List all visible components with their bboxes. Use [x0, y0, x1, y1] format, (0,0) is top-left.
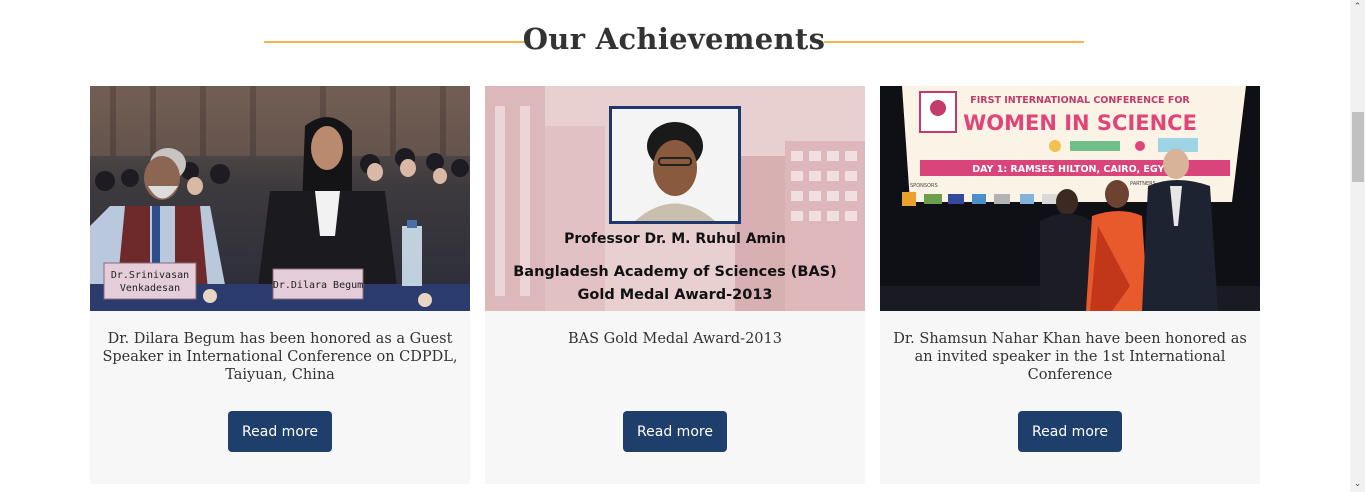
chevron-down-icon[interactable]: ⌄: [1350, 477, 1365, 492]
achievement-card: FIRST INTERNATIONAL CONFERENCE FOR WOMEN…: [880, 86, 1260, 484]
photo-caption-line1: Bangladesh Academy of Sciences (BAS): [513, 264, 837, 280]
placard-left-line1: Dr.Srinivasan: [111, 270, 189, 281]
achievement-description: Dr. Shamsun Nahar Khan have been honored…: [893, 331, 1247, 383]
achievement-photo: Professor Dr. M. Ruhul Amin Bangladesh A…: [485, 86, 865, 311]
vertical-scrollbar[interactable]: ⌃ ⌄: [1350, 0, 1365, 492]
achievement-description: BAS Gold Medal Award-2013: [567, 331, 782, 347]
read-more-button[interactable]: Read more: [228, 411, 332, 452]
banner-sponsors: SPONSORS: [910, 183, 938, 189]
photo-caption-name: Professor Dr. M. Ruhul Amin: [564, 231, 786, 247]
achievement-card: Professor Dr. M. Ruhul Amin Bangladesh A…: [485, 86, 865, 484]
chevron-up-icon[interactable]: ⌃: [1350, 0, 1365, 15]
read-more-button[interactable]: Read more: [1018, 411, 1122, 452]
achievement-photo: Dr.Srinivasan Venkadesan Dr.Dilara Begum: [90, 86, 470, 311]
placard-right: Dr.Dilara Begum: [273, 280, 363, 291]
achievement-photo: FIRST INTERNATIONAL CONFERENCE FOR WOMEN…: [880, 86, 1260, 311]
scroll-thumb[interactable]: [1352, 112, 1364, 182]
banner-day: DAY 1: RAMSES HILTON, CAIRO, EGYPT: [972, 164, 1178, 175]
read-more-button[interactable]: Read more: [623, 411, 727, 452]
achievement-card: Dr.Srinivasan Venkadesan Dr.Dilara Begum…: [90, 86, 470, 484]
section-title: Our Achievements: [522, 22, 826, 56]
photo-caption-line2: Gold Medal Award-2013: [577, 287, 772, 303]
title-divider-right: [824, 41, 1084, 43]
achievement-description: Dr. Dilara Begum has been honored as a G…: [102, 331, 458, 383]
section-header: Our Achievements: [264, 22, 1084, 62]
banner-top: FIRST INTERNATIONAL CONFERENCE FOR: [970, 95, 1190, 106]
banner-main: WOMEN IN SCIENCE: [963, 111, 1197, 135]
placard-left-line2: Venkadesan: [120, 283, 180, 294]
